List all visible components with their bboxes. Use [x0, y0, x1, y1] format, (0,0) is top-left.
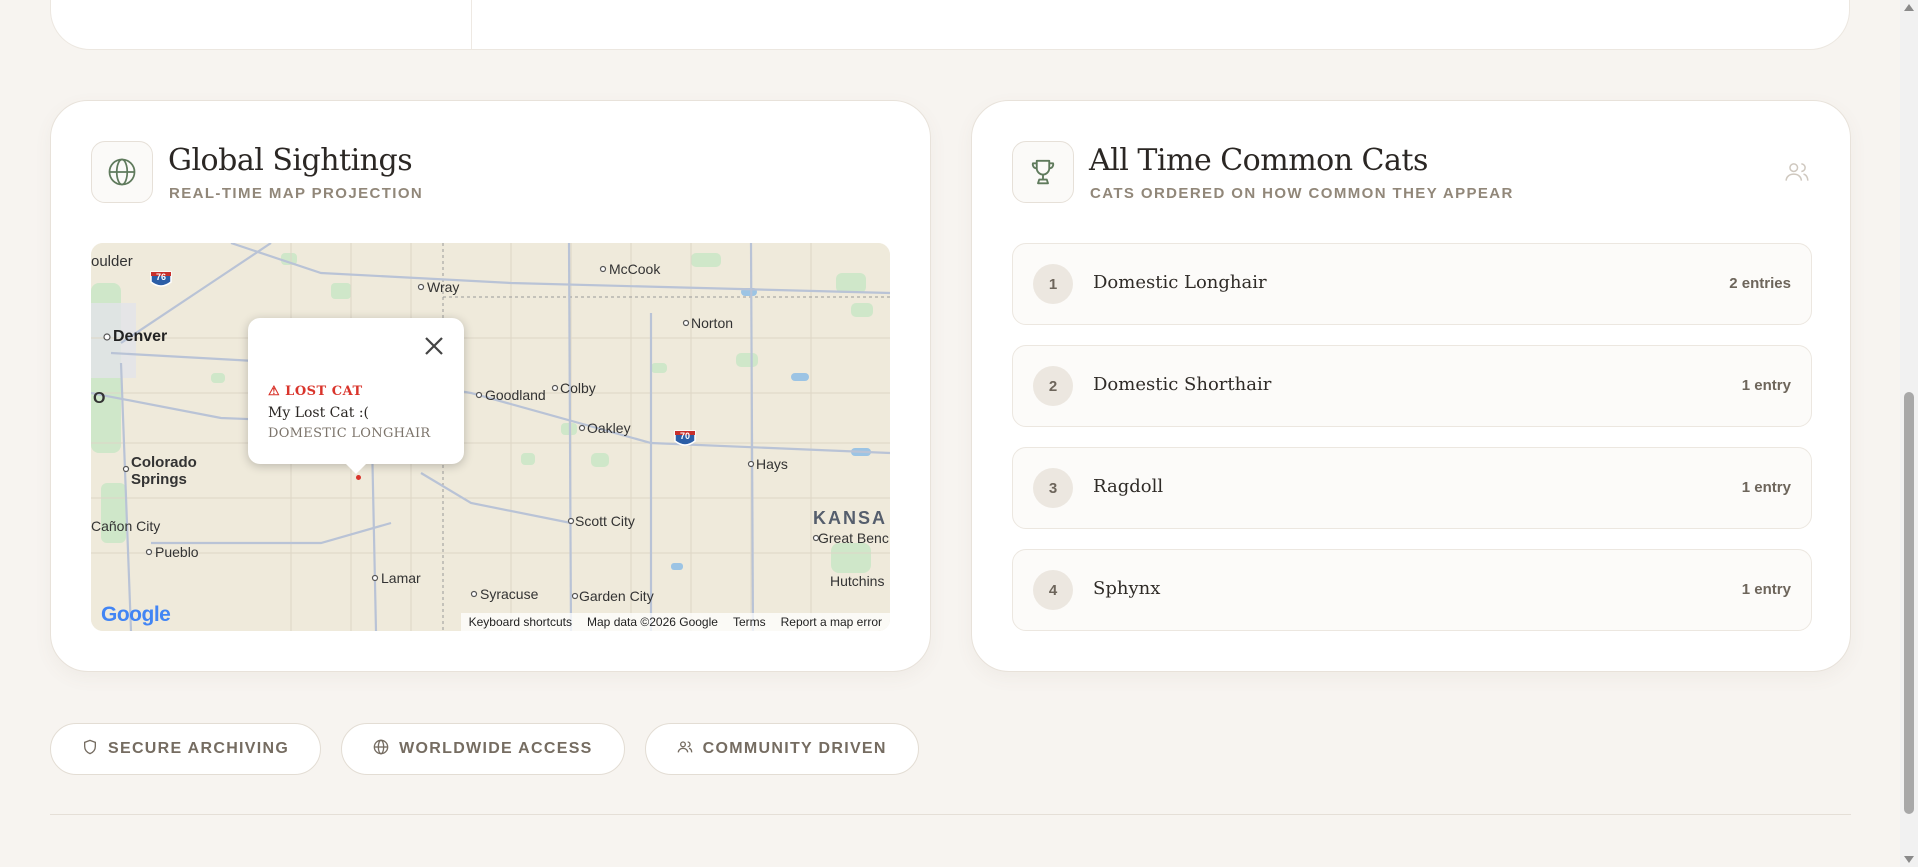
report-map-error-link[interactable]: Report a map error — [781, 615, 882, 629]
rank-badge: 1 — [1033, 264, 1073, 304]
common-cats-subtitle: CATS ORDERED ON HOW COMMON THEY APPEAR — [1090, 185, 1514, 202]
map-label-garden-city: Garden City — [579, 588, 654, 604]
global-sightings-subtitle: REAL-TIME MAP PROJECTION — [169, 185, 424, 202]
interstate-70-label: 70 — [679, 431, 690, 441]
terms-link[interactable]: Terms — [733, 615, 766, 629]
secure-archiving-pill[interactable]: SECURE ARCHIVING — [50, 723, 322, 775]
map-label-colorado: Colorado — [131, 454, 197, 471]
map-data-attribution: Map data ©2026 Google — [587, 615, 718, 629]
trophy-icon — [1012, 141, 1074, 203]
cat-breed-name: Domestic Shorthair — [1093, 374, 1272, 395]
map-label-springs: Springs — [131, 471, 187, 488]
top-card — [50, 0, 1850, 50]
list-item[interactable]: 3 Ragdoll 1 entry — [1012, 447, 1812, 529]
map-label-mccook: McCook — [609, 261, 661, 277]
map-label-co: O — [93, 390, 106, 407]
scroll-up-arrow-icon[interactable] — [1904, 4, 1914, 11]
globe-icon — [373, 739, 389, 760]
feature-pills: SECURE ARCHIVING WORLDWIDE ACCESS COMMUN… — [50, 723, 919, 775]
map-label-kansas: KANSA — [813, 508, 888, 528]
lost-cat-tag: ⚠ LOST CAT — [268, 384, 363, 399]
entry-count: 1 entry — [1741, 581, 1791, 598]
map-label-canon-city: Cañon City — [91, 518, 161, 534]
sighting-info-window: ⚠ LOST CAT My Lost Cat :( DOMESTIC LONGH… — [248, 318, 464, 474]
map-label-denver: Denver — [113, 328, 168, 345]
map-label-goodland: Goodland — [485, 387, 546, 403]
map-label-norton: Norton — [691, 315, 734, 331]
map-label-lamar: Lamar — [381, 570, 421, 586]
map-label-scott-city: Scott City — [575, 513, 635, 529]
common-cats-title: All Time Common Cats — [1089, 143, 1428, 178]
common-cats-list: 1 Domestic Longhair 2 entries 2 Domestic… — [1012, 243, 1812, 651]
scroll-down-arrow-icon[interactable] — [1904, 856, 1914, 863]
shield-icon — [82, 739, 98, 760]
rank-badge: 4 — [1033, 570, 1073, 610]
map-footer: Keyboard shortcuts Map data ©2026 Google… — [460, 613, 890, 631]
cat-breed-name: Domestic Longhair — [1093, 272, 1267, 293]
map-label-wray: Wray — [427, 279, 460, 295]
sighting-pin[interactable] — [356, 475, 361, 480]
page-scrollbar[interactable] — [1900, 0, 1918, 867]
keyboard-shortcuts-link[interactable]: Keyboard shortcuts — [469, 615, 572, 629]
entry-count: 1 entry — [1741, 377, 1791, 394]
map-label-great-bend: Great Benc — [818, 530, 889, 546]
global-sightings-header: Global Sightings REAL-TIME MAP PROJECTIO… — [91, 141, 890, 203]
worldwide-access-pill[interactable]: WORLDWIDE ACCESS — [341, 723, 625, 775]
map-label-hutchinson: Hutchins — [830, 573, 885, 589]
map-label-colby: Colby — [560, 380, 596, 396]
list-item[interactable]: 1 Domestic Longhair 2 entries — [1012, 243, 1812, 325]
global-sightings-title: Global Sightings — [168, 143, 413, 178]
interstate-76-label: 76 — [155, 272, 166, 282]
community-driven-pill[interactable]: COMMUNITY DRIVEN — [644, 723, 919, 775]
map-canvas[interactable] — [91, 243, 890, 631]
secure-archiving-label: SECURE ARCHIVING — [108, 740, 290, 757]
worldwide-access-label: WORLDWIDE ACCESS — [399, 740, 593, 757]
common-cats-card: All Time Common Cats CATS ORDERED ON HOW… — [971, 100, 1851, 672]
map-label-boulder: oulder — [91, 253, 133, 270]
entry-count: 2 entries — [1729, 275, 1791, 292]
sighting-cat-breed: DOMESTIC LONGHAIR — [268, 426, 431, 441]
footer-divider — [50, 814, 1851, 815]
map-label-syracuse: Syracuse — [480, 586, 539, 602]
google-logo[interactable]: Google — [101, 603, 171, 627]
map-label-pueblo: Pueblo — [155, 544, 199, 560]
global-sightings-card: Global Sightings REAL-TIME MAP PROJECTIO… — [50, 100, 931, 672]
rank-badge: 3 — [1033, 468, 1073, 508]
rank-badge: 2 — [1033, 366, 1073, 406]
common-cats-header: All Time Common Cats CATS ORDERED ON HOW… — [1012, 141, 1810, 203]
globe-icon — [91, 141, 153, 203]
sightings-map[interactable]: oulder Denver Wray McCook Norton Goodlan… — [91, 243, 890, 631]
map-label-hays: Hays — [756, 456, 788, 472]
entry-count: 1 entry — [1741, 479, 1791, 496]
users-icon — [677, 739, 693, 760]
cat-breed-name: Sphynx — [1093, 578, 1161, 599]
community-driven-label: COMMUNITY DRIVEN — [702, 740, 887, 757]
list-item[interactable]: 4 Sphynx 1 entry — [1012, 549, 1812, 631]
users-icon — [1784, 159, 1810, 190]
top-card-divider — [471, 0, 472, 49]
scrollbar-thumb[interactable] — [1904, 392, 1914, 814]
map-label-oakley: Oakley — [587, 420, 631, 436]
close-icon[interactable] — [422, 334, 446, 358]
list-item[interactable]: 2 Domestic Shorthair 1 entry — [1012, 345, 1812, 427]
sighting-cat-name: My Lost Cat :( — [268, 405, 369, 421]
cat-breed-name: Ragdoll — [1093, 476, 1164, 497]
